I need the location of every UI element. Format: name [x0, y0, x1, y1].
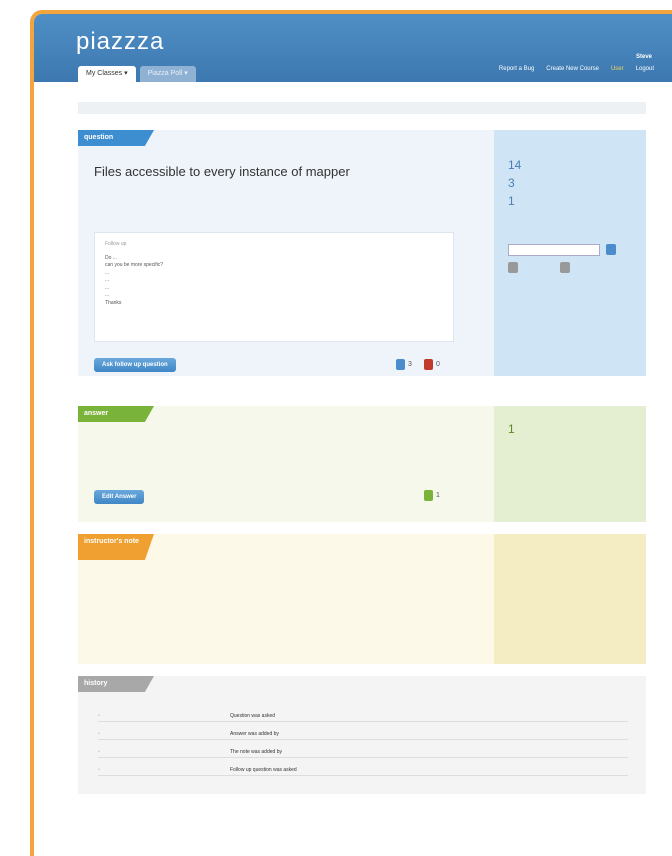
- followup-line: ...: [105, 284, 110, 291]
- history-event-text: Follow up question was asked: [230, 767, 297, 773]
- question-bookmark-count[interactable]: 0: [424, 359, 440, 370]
- ask-followup-button[interactable]: Ask follow up question: [94, 358, 176, 372]
- header-nav: Report a Bug Create New Course User Logo…: [499, 66, 654, 72]
- user-link[interactable]: User: [611, 66, 624, 72]
- stat-good-question: 3: [508, 176, 520, 190]
- edit-answer-button[interactable]: Edit Answer: [94, 490, 145, 504]
- history-event: Follow up question was asked: [230, 767, 297, 773]
- edit-button[interactable]: [560, 262, 570, 273]
- followup-line: ...: [105, 277, 110, 283]
- note-sidebar: [494, 534, 646, 664]
- header-tabs: My Classes ▾ Piazza Poll ▾: [78, 66, 196, 82]
- answer-tag: answer: [78, 406, 154, 422]
- stat-views-num: 14: [508, 158, 522, 172]
- answer-stat-num: 1: [508, 422, 515, 436]
- history-event: The note was added by: [230, 749, 282, 755]
- followup-line: ...: [105, 269, 110, 276]
- history-row: • Question was asked: [98, 710, 628, 722]
- report-bug-link[interactable]: Report a Bug: [499, 66, 534, 72]
- question-tag: question: [78, 130, 154, 146]
- stat-views: 14: [508, 158, 526, 172]
- bookmark-icon: [424, 359, 433, 370]
- history-section: history • Question was asked • Answer wa…: [78, 676, 646, 794]
- history-row: • Answer was added by: [98, 728, 628, 740]
- question-sidebar: 14 3 1: [494, 130, 646, 376]
- tab-my-classes[interactable]: My Classes ▾: [78, 66, 136, 82]
- top-header: piazzza My Classes ▾ Piazza Poll ▾ Steve…: [34, 14, 672, 82]
- followup-line: Thanks: [105, 299, 122, 306]
- comment-icon: [396, 359, 405, 370]
- history-row: • Follow up question was asked: [98, 764, 628, 776]
- history-event-text: The note was added by: [230, 749, 282, 755]
- comment-count-value: 3: [408, 361, 412, 368]
- history-event: Answer was added by: [230, 731, 279, 737]
- answer-stat: 1: [508, 422, 520, 436]
- followup-title: Follow up: [105, 241, 127, 247]
- history-dot-icon: •: [98, 749, 100, 755]
- answer-sidebar: 1: [494, 406, 646, 522]
- history-row: • The note was added by: [98, 746, 628, 758]
- followup-line: ...: [105, 292, 110, 298]
- instructor-note-tag: instructor's note: [78, 534, 154, 560]
- comment-icon: [424, 490, 433, 501]
- tab-piazza-poll[interactable]: Piazza Poll ▾: [139, 66, 196, 82]
- app-frame: piazzza My Classes ▾ Piazza Poll ▾ Steve…: [30, 10, 672, 856]
- answer-section: answer Edit Answer 1 1: [78, 406, 646, 522]
- history-dot-icon: •: [98, 767, 100, 773]
- logout-link[interactable]: Logout: [636, 66, 654, 72]
- history-event: Question was asked: [230, 713, 275, 719]
- stat-good-num: 3: [508, 176, 515, 190]
- answer-comment-count[interactable]: 1: [424, 490, 440, 501]
- stat-answers-num: 1: [508, 194, 515, 208]
- piazza-logo[interactable]: piazzza: [76, 28, 164, 56]
- history-tag: history: [78, 676, 154, 692]
- question-title: Files accessible to every instance of ma…: [94, 164, 350, 179]
- history-dot-icon: •: [98, 731, 100, 737]
- add-button[interactable]: [508, 262, 518, 273]
- answer-comment-value: 1: [436, 492, 440, 499]
- followup-box: Follow up Do ... can you be more specifi…: [94, 232, 454, 342]
- history-event-text: Answer was added by: [230, 731, 279, 737]
- tag-input[interactable]: [508, 244, 600, 256]
- question-comment-count[interactable]: 3: [396, 359, 412, 370]
- instructor-note-section: instructor's note: [78, 534, 646, 664]
- history-dot-icon: •: [98, 713, 100, 719]
- question-section: question Files accessible to every insta…: [78, 130, 646, 376]
- breadcrumb[interactable]: [78, 102, 646, 114]
- save-tag-button[interactable]: [606, 244, 616, 255]
- history-event-text: Question was asked: [230, 713, 276, 719]
- stat-answers: 1: [508, 194, 520, 208]
- followup-line: Do ...: [105, 254, 117, 261]
- followup-line: can you be more specific?: [105, 262, 164, 268]
- bookmark-count-value: 0: [436, 361, 440, 368]
- create-course-link[interactable]: Create New Course: [546, 66, 599, 72]
- user-greeting: Steve: [635, 54, 652, 60]
